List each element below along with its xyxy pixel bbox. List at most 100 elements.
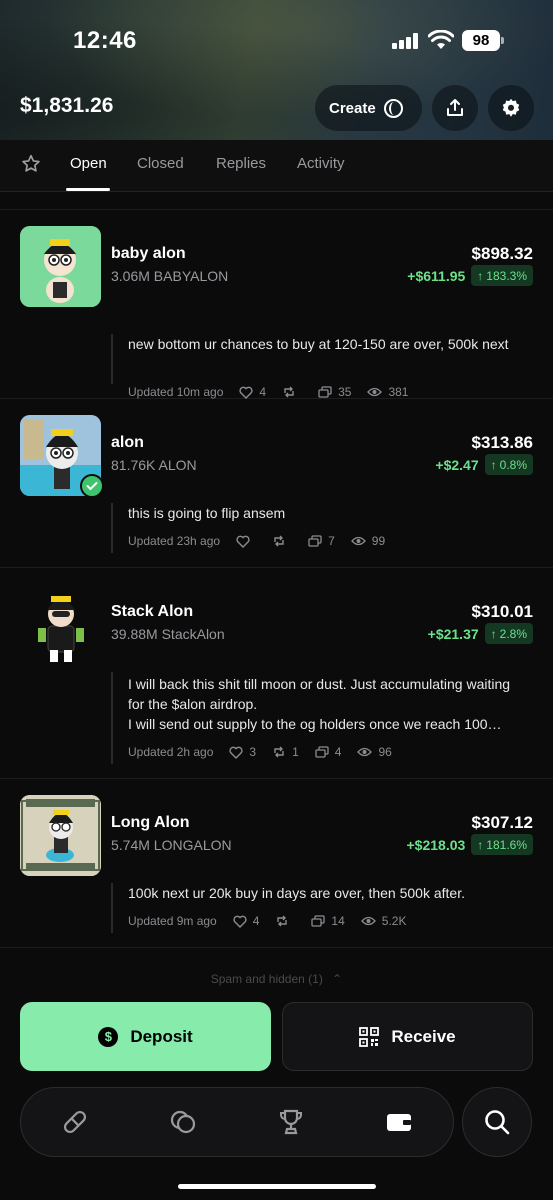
reply-text-continued[interactable]: I will send out supply to the og holders… xyxy=(128,714,529,734)
pnl-row: +$218.03 ↑ 181.6% xyxy=(406,834,533,855)
position-card[interactable]: Stack Alon 39.88M StackAlon $310.01 +$21… xyxy=(0,568,553,779)
heart-icon xyxy=(233,915,247,928)
like-button[interactable]: 4 xyxy=(233,914,259,928)
comments-icon xyxy=(308,534,322,547)
views-count: 5.2K xyxy=(360,914,406,928)
comments-button[interactable]: 14 xyxy=(311,914,345,928)
comments-button[interactable]: 4 xyxy=(315,745,341,759)
token-name: alon xyxy=(111,434,144,451)
like-button[interactable]: 4 xyxy=(239,385,266,399)
updated-time: Updated 2h ago xyxy=(128,745,214,759)
repost-button[interactable]: 1 xyxy=(272,745,299,759)
eye-icon xyxy=(357,747,373,757)
eye-icon xyxy=(360,916,376,926)
bottom-fade xyxy=(0,960,553,1200)
position-value: $898.32 xyxy=(471,244,533,263)
heart-icon xyxy=(236,535,250,548)
nav-coins[interactable] xyxy=(167,1106,199,1138)
pnl-row: +$2.47 ↑ 0.8% xyxy=(435,454,533,475)
bottom-nav xyxy=(20,1087,454,1157)
pnl-amount: +$611.95 xyxy=(407,267,466,284)
nav-pill[interactable] xyxy=(59,1106,91,1138)
views-count: 381 xyxy=(367,385,408,399)
repost-button[interactable] xyxy=(272,534,292,548)
pnl-percent-badge: ↑ 183.3% xyxy=(471,265,533,286)
thread-line xyxy=(111,334,113,384)
pnl-amount: +$218.03 xyxy=(406,836,466,853)
reply-text[interactable]: new bottom ur chances to buy at 120-150 … xyxy=(128,334,529,354)
token-avatar xyxy=(20,584,101,665)
position-card[interactable]: alon 81.76K ALON $313.86 +$2.47 ↑ 0.8% th… xyxy=(0,399,553,568)
pnl-row: +$21.37 ↑ 2.8% xyxy=(428,623,533,644)
token-name: Long Alon xyxy=(111,814,190,831)
position-value: $307.12 xyxy=(471,813,533,832)
trophy-icon xyxy=(280,1109,302,1135)
reply-meta: Updated 10m ago 4 35 381 xyxy=(128,385,424,399)
coins-icon xyxy=(170,1110,196,1134)
deposit-label: Deposit xyxy=(130,1026,193,1046)
active-tab-indicator xyxy=(66,188,110,191)
token-holding: 81.76K ALON xyxy=(111,457,197,473)
comments-icon xyxy=(315,745,329,758)
create-button[interactable]: Create xyxy=(315,85,422,131)
token-name: Stack Alon xyxy=(111,603,194,620)
verified-badge-icon xyxy=(80,474,104,498)
position-card[interactable]: baby alon 3.06M BABYALON $898.32 +$611.9… xyxy=(0,210,553,399)
positions-list: baby alon 3.06M BABYALON $898.32 +$611.9… xyxy=(0,192,553,948)
views-count: 96 xyxy=(357,745,392,759)
updated-time: Updated 23h ago xyxy=(128,534,221,548)
like-button[interactable] xyxy=(236,535,256,548)
create-logo-icon xyxy=(383,98,403,118)
comments-icon xyxy=(311,914,326,927)
repost-button[interactable] xyxy=(282,385,302,399)
comments-button[interactable]: 35 xyxy=(318,385,351,399)
comments-icon xyxy=(318,385,332,398)
cellular-signal-icon xyxy=(392,33,419,49)
token-avatar xyxy=(20,795,101,876)
repost-icon xyxy=(277,915,288,927)
gear-icon xyxy=(502,98,520,117)
search-button[interactable] xyxy=(462,1087,532,1157)
comments-button[interactable]: 7 xyxy=(308,534,335,548)
reply-meta: Updated 2h ago 3 1 4 96 xyxy=(128,745,408,759)
share-icon xyxy=(447,99,463,116)
tab-activity[interactable]: Activity xyxy=(297,155,345,172)
chevron-up-icon: ⌃ xyxy=(332,972,343,986)
arrow-up-icon: ↑ xyxy=(477,268,484,283)
receive-label: Receive xyxy=(391,1026,456,1046)
views-count: 99 xyxy=(350,534,385,548)
heart-icon xyxy=(239,386,253,399)
thread-line xyxy=(111,883,113,933)
share-button[interactable] xyxy=(432,85,478,131)
reply-text[interactable]: I will back this shit till moon or dust.… xyxy=(128,674,529,714)
search-icon xyxy=(485,1110,510,1135)
tab-open[interactable]: Open xyxy=(70,155,107,172)
like-button[interactable]: 3 xyxy=(229,745,256,759)
receive-button[interactable]: Receive xyxy=(282,1002,533,1071)
favorites-tab[interactable] xyxy=(20,153,42,175)
tab-replies[interactable]: Replies xyxy=(216,155,266,172)
deposit-button[interactable]: $ Deposit xyxy=(20,1002,271,1071)
dollar-icon: $ xyxy=(98,1026,119,1047)
token-holding: 39.88M StackAlon xyxy=(111,626,225,642)
portfolio-balance: $1,831.26 xyxy=(20,94,114,117)
status-time: 12:46 xyxy=(73,27,137,54)
spam-and-hidden-toggle[interactable]: Spam and hidden (1) ⌃ xyxy=(0,972,553,986)
repost-icon xyxy=(274,535,284,547)
token-holding: 5.74M LONGALON xyxy=(111,837,232,853)
pnl-percent-badge: ↑ 181.6% xyxy=(471,834,533,855)
reply-meta: Updated 23h ago 7 99 xyxy=(128,534,401,548)
nav-trophy[interactable] xyxy=(275,1106,307,1138)
position-card[interactable]: Long Alon 5.74M LONGALON $307.12 +$218.0… xyxy=(0,779,553,948)
reply-text[interactable]: 100k next ur 20k buy in days are over, t… xyxy=(128,883,529,903)
reply-text[interactable]: this is going to flip ansem xyxy=(128,503,529,523)
pnl-percent-badge: ↑ 0.8% xyxy=(484,454,533,475)
tab-closed[interactable]: Closed xyxy=(137,155,184,172)
settings-button[interactable] xyxy=(488,85,534,131)
nav-wallet[interactable] xyxy=(383,1106,415,1138)
heart-icon xyxy=(229,746,243,759)
status-bar: 12:46 98 xyxy=(0,0,553,80)
position-value: $310.01 xyxy=(471,602,533,621)
repost-button[interactable] xyxy=(275,914,295,928)
repost-icon xyxy=(274,746,284,758)
